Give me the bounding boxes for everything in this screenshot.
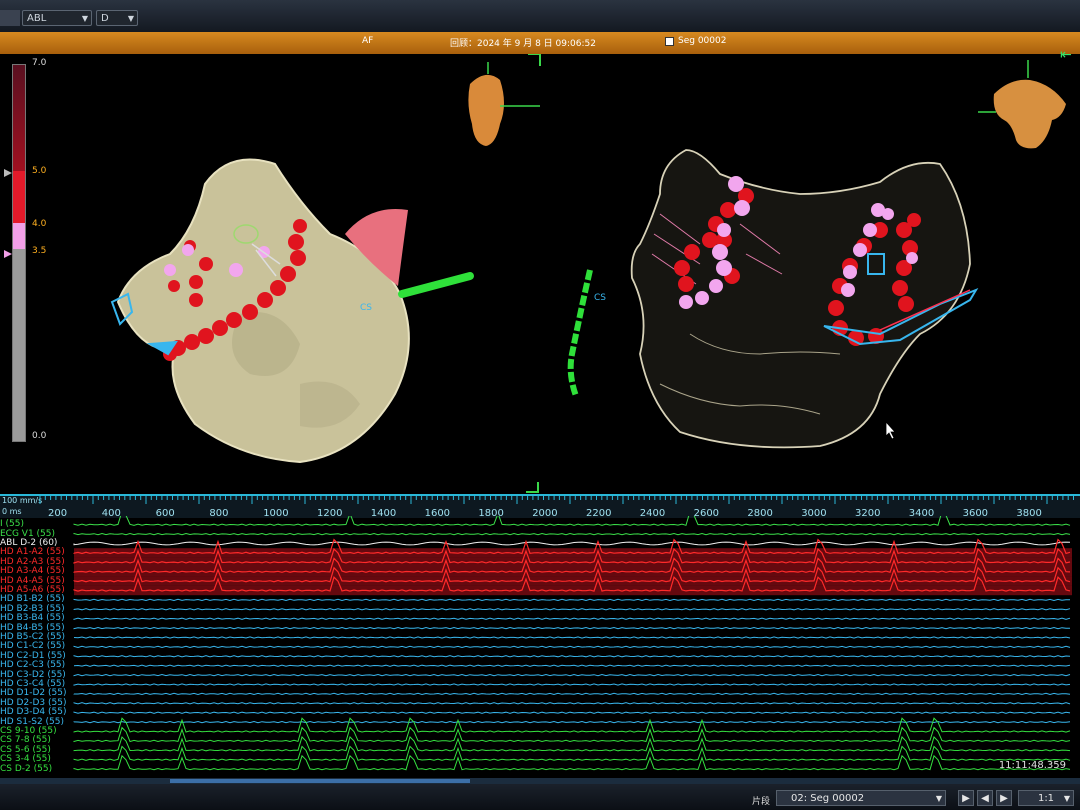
- segment-select[interactable]: 02: Seg 00002 ▼: [776, 790, 946, 806]
- trace-waveform: [73, 645, 1071, 649]
- trace-waveform: [73, 655, 1071, 658]
- trace-waveform: [73, 673, 1071, 677]
- segment-checkbox[interactable]: [665, 37, 674, 46]
- trace-waveform: [73, 717, 1071, 733]
- rhythm-mode: AF: [362, 36, 374, 46]
- trace-waveforms: [73, 516, 1072, 771]
- scroll-thumb[interactable]: [170, 779, 470, 783]
- speed-select-value: 1:1: [1037, 793, 1055, 804]
- speed-select[interactable]: 1:1 ▼: [1018, 790, 1074, 806]
- clock-readout: 11:11:48.359: [998, 760, 1066, 771]
- trace-waveform: [73, 754, 1071, 771]
- step-forward-button[interactable]: ▶: [996, 790, 1012, 806]
- orientation-torso-icon[interactable]: [468, 62, 540, 146]
- trace-waveform: [73, 726, 1071, 743]
- trace-label[interactable]: CS 3-4 (55): [0, 755, 51, 764]
- timeline-ruler[interactable]: 100 mm/s 0 ms 200 400 600 800 1000 1200 1400 16…: [0, 494, 1080, 519]
- ruler-ticks: [39, 496, 1074, 504]
- trace-label[interactable]: HD D3-D4 (55): [0, 708, 66, 717]
- trace-waveform: [73, 516, 1071, 526]
- orientation-torso-icon-2[interactable]: [978, 60, 1066, 149]
- map-select[interactable]: ABL ▼: [22, 10, 92, 26]
- segment-select-value: 02: Seg 00002: [791, 793, 865, 804]
- chevron-down-icon: ▼: [1063, 794, 1070, 803]
- ecg-trace-panel[interactable]: I (55) ECG V1 (55) ABL D-2 (60) HD A1-A2 (5…: [0, 516, 1080, 776]
- trace-waveform: [73, 626, 1071, 630]
- playback-scrollbar[interactable]: [0, 778, 1080, 784]
- chevron-down-icon: ▼: [127, 14, 134, 23]
- trace-label[interactable]: HD C2-C3 (55): [0, 661, 65, 670]
- mouse-cursor-icon: [885, 420, 896, 440]
- trace-waveform: [73, 692, 1071, 696]
- trace-waveform: [73, 664, 1071, 667]
- trace-waveform: [73, 736, 1071, 752]
- view-select[interactable]: D ▼: [96, 10, 138, 26]
- trace-waveform: [73, 720, 1071, 724]
- trace-waveform: [73, 711, 1071, 714]
- trace-label[interactable]: HD B3-B4 (55): [0, 614, 65, 623]
- window-edge: [0, 10, 20, 26]
- time-unit-label: 0 ms: [2, 507, 22, 516]
- trace-waveform: [73, 745, 1071, 761]
- cs-label-left: CS: [360, 303, 372, 313]
- trace-label[interactable]: HD A3-A4 (55): [0, 567, 65, 576]
- review-status-bar: AF 回顾：2024 年 9 月 8 日 09:06:52 Seg 00002 …: [0, 32, 1080, 63]
- view-select-value: D: [101, 13, 109, 24]
- cs-label-center: CS: [594, 293, 606, 303]
- trace-waveform: [73, 683, 1071, 686]
- review-datetime: 回顾：2024 年 9 月 8 日 09:06:52: [450, 39, 596, 49]
- trace-waveform: [73, 636, 1071, 639]
- step-back-icon: ◀: [981, 793, 989, 804]
- cs-catheter[interactable]: CS: [398, 269, 606, 398]
- top-toolbar: ABL ▼ D ▼: [0, 0, 1080, 34]
- step-forward-icon: ▶: [1000, 793, 1008, 804]
- trace-waveform: [73, 608, 1071, 611]
- trace-waveform: [73, 532, 1071, 536]
- trace-waveform: [73, 541, 1071, 546]
- trace-waveform: [73, 702, 1071, 705]
- viewport-corner-brackets: [526, 54, 541, 493]
- play-button[interactable]: ▶: [958, 790, 974, 806]
- chevron-down-icon: ▼: [81, 14, 88, 23]
- play-icon: ▶: [962, 793, 970, 804]
- trace-label[interactable]: I (55): [0, 520, 24, 529]
- segment-select-label: 片段: [752, 797, 771, 807]
- step-back-button[interactable]: ◀: [977, 790, 993, 806]
- trace-waveform: [73, 617, 1071, 620]
- map-select-value: ABL: [27, 13, 47, 24]
- map-viewport[interactable]: CS CS: [0, 54, 1080, 494]
- trace-label[interactable]: CS D-2 (55): [0, 764, 52, 774]
- trace-waveform: [73, 598, 1070, 602]
- segment-label: Seg 00002: [678, 36, 727, 46]
- chevron-down-icon: ▼: [935, 794, 942, 803]
